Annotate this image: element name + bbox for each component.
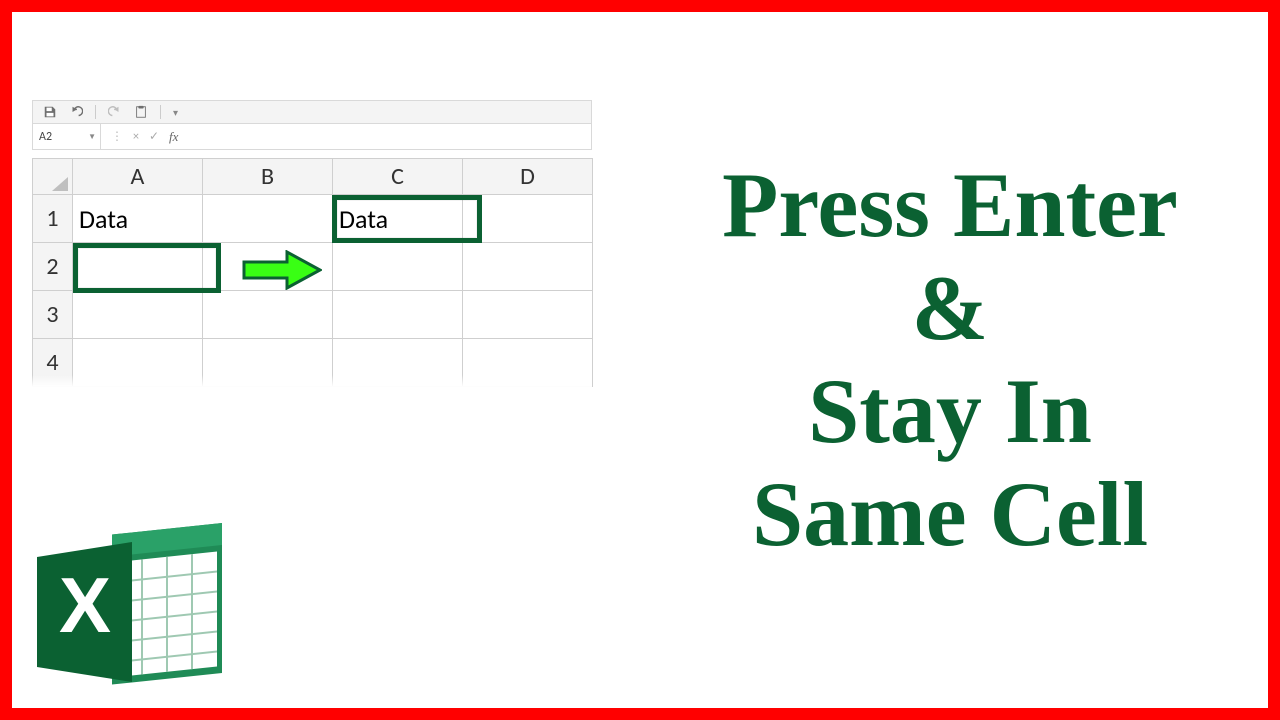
cell-d1[interactable] [463,195,593,243]
thumbnail-frame: ▾ A2 ▼ ⋮ × ✓ fx [0,0,1280,720]
confirm-icon[interactable]: ✓ [149,129,159,144]
formula-buttons: ⋮ × ✓ fx [101,129,188,145]
cell-c3[interactable] [333,291,463,339]
column-header-c[interactable]: C [333,159,463,195]
separator [95,105,96,119]
cancel-icon[interactable]: × [133,130,139,144]
quick-access-toolbar: ▾ [32,100,592,124]
arrow-icon [242,250,322,290]
content-row: ▾ A2 ▼ ⋮ × ✓ fx [32,30,1248,690]
separator [160,105,161,119]
cell-c2[interactable] [333,243,463,291]
row-header-2[interactable]: 2 [33,243,73,291]
left-panel: ▾ A2 ▼ ⋮ × ✓ fx [32,30,652,690]
formula-bar: A2 ▼ ⋮ × ✓ fx [32,124,592,150]
row-header-1[interactable]: 1 [33,195,73,243]
right-panel: Press Enter & Stay In Same Cell [652,30,1248,690]
column-header-a[interactable]: A [73,159,203,195]
excel-logo-icon: X [22,522,232,702]
table-row: 1 Data Data [33,195,593,243]
selection-box-c1 [332,195,482,243]
undo-icon[interactable] [69,105,83,119]
column-header-b[interactable]: B [203,159,333,195]
name-box-value: A2 [39,130,52,144]
save-icon[interactable] [43,105,57,119]
select-all-corner[interactable] [33,159,73,195]
paste-icon[interactable] [134,105,148,119]
customize-icon[interactable]: ▾ [173,106,178,119]
selection-box-a2 [73,243,221,293]
cell-a3[interactable] [73,291,203,339]
chevron-down-icon[interactable]: ▼ [88,132,96,142]
redo-icon[interactable] [108,105,122,119]
name-box[interactable]: A2 ▼ [33,124,101,149]
table-row: 3 [33,291,593,339]
cell-d3[interactable] [463,291,593,339]
excel-x-label: X [59,561,111,649]
cell-a1[interactable]: Data [73,195,203,243]
fx-icon[interactable]: fx [169,129,178,145]
headline-text: Press Enter & Stay In Same Cell [722,154,1178,566]
cell-b3[interactable] [203,291,333,339]
cell-d2[interactable] [463,243,593,291]
row-header-3[interactable]: 3 [33,291,73,339]
column-header-d[interactable]: D [463,159,593,195]
cell-b1[interactable] [203,195,333,243]
fade-overlay [32,375,592,387]
spreadsheet-grid[interactable]: A B C D 1 Data Data [32,158,592,387]
